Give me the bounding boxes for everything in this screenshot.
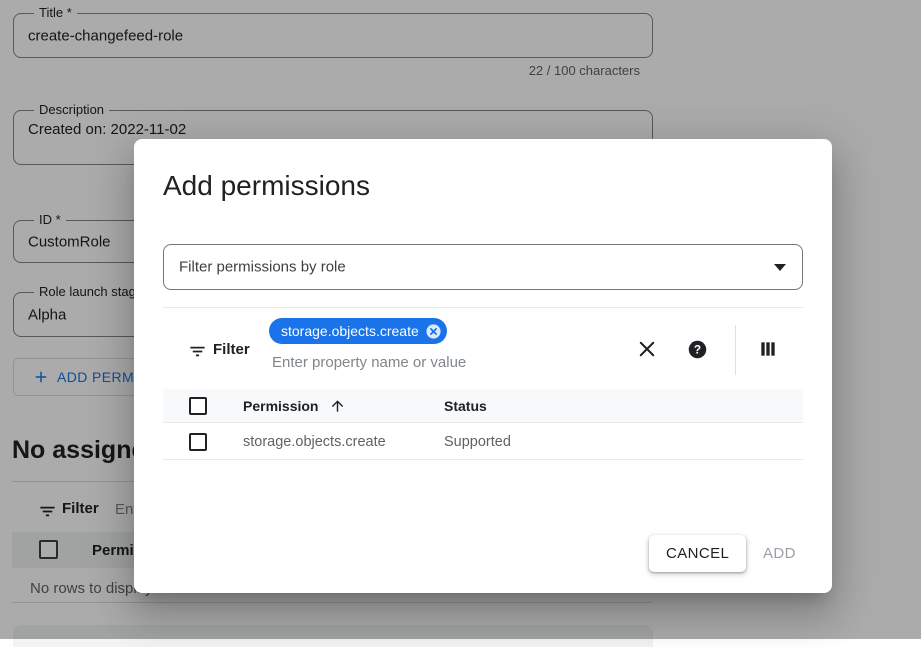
clear-filters-icon bbox=[637, 339, 657, 359]
column-display-icon bbox=[758, 339, 778, 359]
filter-chip-label: storage.objects.create bbox=[281, 323, 419, 339]
add-permissions-dialog: Add permissions Filter permissions by ro… bbox=[134, 139, 832, 593]
row-status-cell: Supported bbox=[444, 434, 511, 450]
divider bbox=[163, 307, 803, 308]
cancel-button[interactable]: CANCEL bbox=[649, 535, 746, 572]
help-icon: ? bbox=[687, 339, 708, 360]
permission-column-header[interactable]: Permission bbox=[243, 398, 318, 414]
column-display-button[interactable] bbox=[756, 337, 780, 361]
dialog-filter-input[interactable] bbox=[272, 351, 582, 373]
select-all-checkbox[interactable] bbox=[189, 397, 207, 415]
row-checkbox[interactable] bbox=[189, 433, 207, 451]
dialog-title: Add permissions bbox=[163, 170, 370, 202]
dropdown-caret-icon bbox=[774, 264, 786, 271]
chip-remove-icon[interactable] bbox=[425, 323, 442, 340]
svg-text:?: ? bbox=[693, 342, 700, 356]
permissions-table-header: Permission Status bbox=[163, 389, 803, 423]
row-permission-cell: storage.objects.create bbox=[243, 434, 386, 450]
role-dropdown-placeholder: Filter permissions by role bbox=[179, 259, 346, 276]
filter-chip[interactable]: storage.objects.create bbox=[269, 318, 447, 344]
sort-ascending-icon[interactable] bbox=[329, 397, 346, 414]
add-button[interactable]: ADD bbox=[763, 535, 796, 572]
filter-help-button[interactable]: ? bbox=[685, 337, 709, 361]
table-row[interactable]: storage.objects.create Supported bbox=[163, 424, 803, 460]
dialog-filter-label[interactable]: Filter bbox=[213, 341, 250, 358]
status-column-header[interactable]: Status bbox=[444, 398, 487, 414]
toolbar-divider bbox=[735, 325, 736, 375]
filter-icon bbox=[188, 342, 207, 361]
filter-permissions-by-role-dropdown[interactable]: Filter permissions by role bbox=[163, 244, 803, 290]
clear-filters-button[interactable] bbox=[635, 337, 659, 361]
